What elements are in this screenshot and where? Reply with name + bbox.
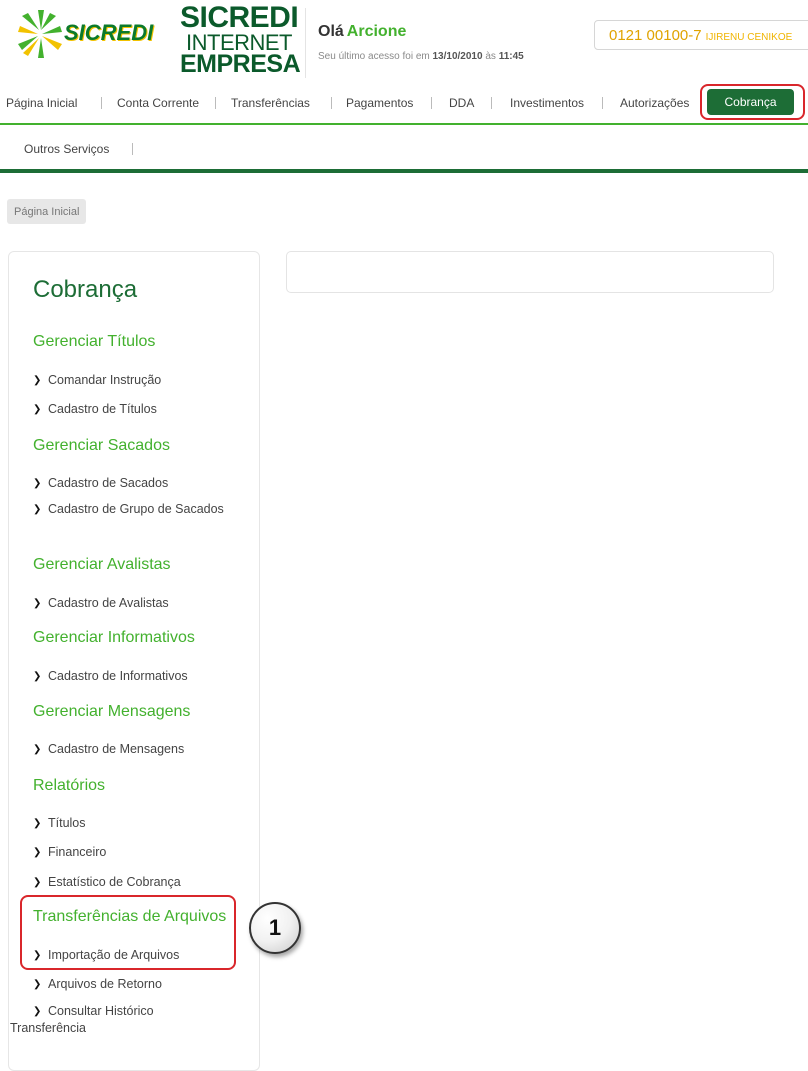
chevron-right-icon: ❯ <box>33 847 42 858</box>
nav-separator <box>491 97 492 109</box>
link-label: Cadastro de Avalistas <box>48 596 169 610</box>
chevron-right-icon: ❯ <box>33 504 42 515</box>
greeting: Olá Arcione <box>318 23 406 41</box>
last-access-date: 13/10/2010 <box>432 51 483 62</box>
user-name: Arcione <box>346 23 407 40</box>
chevron-right-icon: ❯ <box>33 598 42 609</box>
section-heading: Gerenciar Sacados <box>33 437 170 454</box>
link-label: Cadastro de Sacados <box>48 476 169 490</box>
nav-pagamentos[interactable]: Pagamentos <box>346 96 413 110</box>
nav-separator <box>431 97 432 109</box>
nav-separator <box>132 143 133 155</box>
section-heading: Gerenciar Títulos <box>33 333 156 350</box>
link-label: Cadastro de Mensagens <box>48 742 185 756</box>
nav-separator <box>215 97 216 109</box>
link-label: Cadastro de Títulos <box>48 402 157 416</box>
chevron-right-icon: ❯ <box>33 671 42 682</box>
nav-autorizacoes[interactable]: Autorizações <box>620 96 689 110</box>
chevron-right-icon: ❯ <box>33 375 42 386</box>
nav-outros-servicos[interactable]: Outros Serviços <box>24 142 109 156</box>
nav-transferencias[interactable]: Transferências <box>231 96 310 110</box>
link-titulos[interactable]: ❯ Títulos <box>33 816 86 830</box>
nav-separator <box>101 97 102 109</box>
account-holder: IJIRENU CENIKOE <box>705 32 793 43</box>
chevron-right-icon: ❯ <box>33 1006 42 1017</box>
chevron-right-icon: ❯ <box>33 818 42 829</box>
link-cadastro-titulos[interactable]: ❯ Cadastro de Títulos <box>33 402 157 416</box>
link-comandar-instrucao[interactable]: ❯ Comandar Instrução <box>33 373 161 387</box>
annotation-step-badge: 1 <box>249 902 301 954</box>
link-cadastro-grupo-sacados[interactable]: ❯ Cadastro de Grupo de Sacados <box>10 501 240 518</box>
sicredi-logo[interactable]: SICREDI <box>18 8 168 62</box>
link-cadastro-sacados[interactable]: ❯ Cadastro de Sacados <box>33 476 168 490</box>
link-estatistico-cobranca[interactable]: ❯ Estatístico de Cobrança <box>33 875 181 889</box>
link-cadastro-avalistas[interactable]: ❯ Cadastro de Avalistas <box>33 596 169 610</box>
header-divider <box>305 8 306 78</box>
breadcrumb[interactable]: Página Inicial <box>7 199 87 224</box>
nav-separator <box>602 97 603 109</box>
last-access-time: 11:45 <box>498 51 524 62</box>
account-selector[interactable]: 0121 00100-7 IJIRENU CENIKOE <box>594 20 808 50</box>
link-cadastro-informativos[interactable]: ❯ Cadastro de Informativos <box>33 669 188 683</box>
link-label: Consultar Histórico Transferência <box>10 1004 154 1035</box>
last-access-mid: às <box>485 51 496 62</box>
section-heading: Gerenciar Informativos <box>33 629 195 646</box>
nav-pagina-inicial[interactable]: Página Inicial <box>6 96 77 110</box>
last-access: Seu último acesso foi em 13/10/2010 às 1… <box>318 51 524 62</box>
logo-wordmark: SICREDI <box>64 20 154 45</box>
chevron-right-icon: ❯ <box>33 404 42 415</box>
sidebar-title: Cobrança <box>33 276 138 303</box>
link-label: Comandar Instrução <box>48 373 162 387</box>
chevron-right-icon: ❯ <box>33 979 42 990</box>
link-label: Títulos <box>48 816 86 830</box>
link-arquivos-retorno[interactable]: ❯ Arquivos de Retorno <box>33 977 162 991</box>
last-access-prefix: Seu último acesso foi em <box>318 51 430 62</box>
link-consultar-historico[interactable]: ❯ Consultar Histórico Transferência <box>10 1003 175 1037</box>
link-financeiro[interactable]: ❯ Financeiro <box>33 845 106 859</box>
main-nav: Página Inicial Conta Corrente Transferên… <box>0 84 808 125</box>
link-label: Financeiro <box>48 845 107 859</box>
nav-dda[interactable]: DDA <box>449 96 474 110</box>
chevron-right-icon: ❯ <box>33 877 42 888</box>
link-label: Cadastro de Grupo de Sacados <box>48 502 224 516</box>
sub-nav: Outros Serviços <box>0 125 808 173</box>
product-logo-line3: EMPRESA <box>180 50 301 78</box>
sicredi-logo-icon <box>18 10 62 58</box>
link-label: Cadastro de Informativos <box>48 669 188 683</box>
content-panel <box>286 251 774 293</box>
section-heading: Gerenciar Mensagens <box>33 703 191 720</box>
annotation-highlight <box>20 895 236 970</box>
section-heading: Relatórios <box>33 777 106 794</box>
link-label: Estatístico de Cobrança <box>48 875 181 889</box>
account-number: 0121 00100-7 <box>609 27 702 44</box>
section-heading: Gerenciar Avalistas <box>33 556 171 573</box>
link-cadastro-mensagens[interactable]: ❯ Cadastro de Mensagens <box>33 742 184 756</box>
product-logo: SICREDI INTERNET EMPRESA <box>180 1 301 83</box>
nav-cobranca-highlight <box>700 84 805 120</box>
greeting-prefix: Olá <box>318 23 344 40</box>
link-label: Arquivos de Retorno <box>48 977 162 991</box>
nav-separator <box>331 97 332 109</box>
product-logo-line1: SICREDI <box>180 1 299 34</box>
chevron-right-icon: ❯ <box>33 744 42 755</box>
nav-conta-corrente[interactable]: Conta Corrente <box>117 96 199 110</box>
chevron-right-icon: ❯ <box>33 478 42 489</box>
nav-investimentos[interactable]: Investimentos <box>510 96 584 110</box>
